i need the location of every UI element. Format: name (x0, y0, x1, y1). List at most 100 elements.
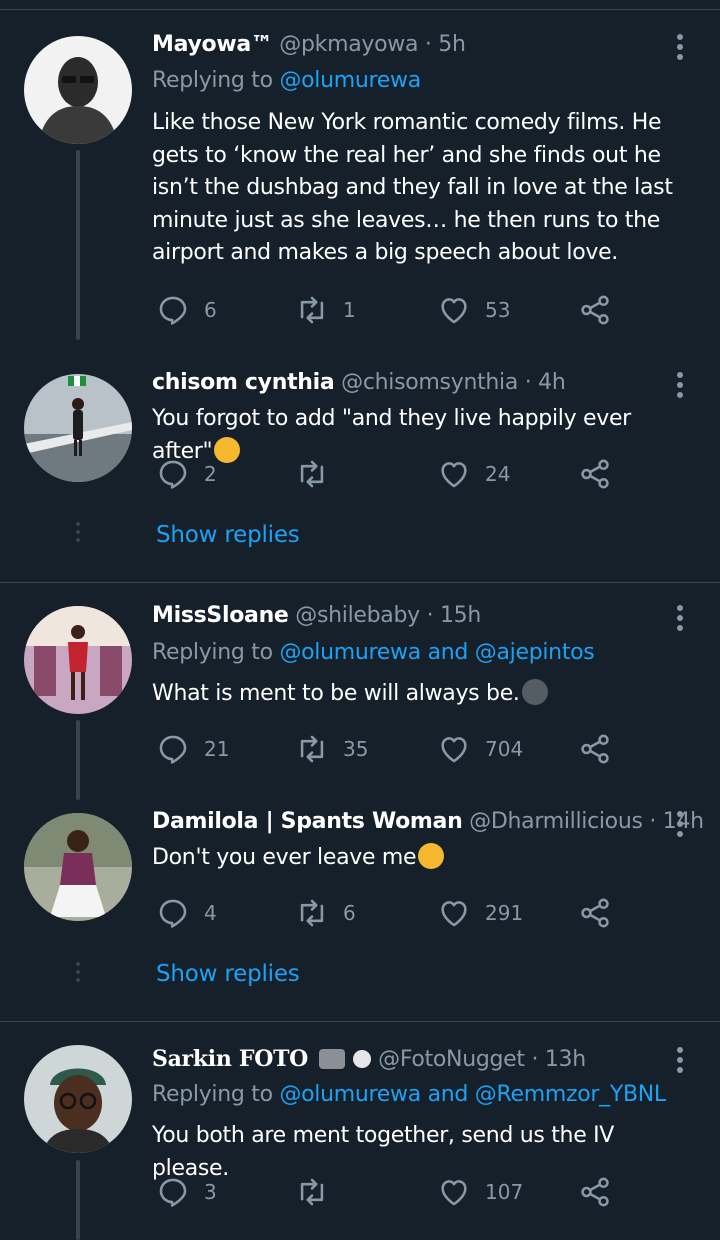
replying-to-mention[interactable]: @olumurewa and @ajepintos (279, 640, 594, 665)
reply-button[interactable]: 2 (156, 454, 217, 494)
separator-dot: · (649, 809, 657, 834)
display-name[interactable]: Damilola | Spants Woman (152, 809, 463, 834)
timestamp[interactable]: 15h (440, 603, 481, 628)
share-icon (581, 898, 609, 928)
avatar[interactable] (24, 606, 132, 714)
thread-dots (76, 962, 80, 986)
share-button[interactable] (578, 454, 612, 494)
reply-button[interactable]: 6 (156, 290, 217, 330)
tweet-text: What is ment to be will always be. (152, 678, 697, 711)
thread-dots (76, 522, 80, 546)
display-name[interactable]: Sarkin FOTO (152, 1046, 308, 1072)
heart-icon (441, 462, 467, 488)
like-button[interactable]: 704 (437, 729, 523, 769)
tears-of-joy-emoji (418, 843, 445, 869)
flower-badge-icon (353, 1050, 372, 1068)
more-options-icon[interactable] (670, 1047, 690, 1077)
show-replies-link[interactable]: Show replies (156, 522, 300, 548)
avatar[interactable] (24, 813, 132, 921)
reply-icon (159, 1178, 187, 1207)
show-replies-link[interactable]: Show replies (156, 961, 300, 987)
user-handle[interactable]: @pkmayowa (279, 32, 418, 57)
tweet-header: Mayowa™ @pkmayowa · 5h (152, 32, 466, 57)
reply-count: 3 (204, 1180, 217, 1204)
retweet-count: 6 (343, 901, 356, 925)
retweet-button[interactable]: 1 (295, 290, 356, 330)
tweet-actions: 6 1 53 (152, 290, 632, 330)
tweet-header: MissSloane @shilebaby · 15h (152, 603, 481, 628)
tweet-actions: 21 35 704 (152, 729, 632, 769)
retweet-count: 1 (343, 298, 356, 322)
avatar[interactable] (24, 1045, 132, 1153)
reply-count: 6 (204, 298, 217, 322)
retweet-button[interactable]: 35 (295, 729, 368, 769)
more-options-icon[interactable] (670, 605, 690, 635)
reply-count: 4 (204, 901, 217, 925)
display-name[interactable]: Mayowa™ (152, 32, 273, 57)
like-count: 53 (485, 298, 511, 322)
like-button[interactable]: 53 (437, 290, 510, 330)
avatar[interactable] (24, 374, 132, 482)
replying-to: Replying to @olumurewa and @Remmzor_YBNL (152, 1082, 666, 1107)
like-button[interactable]: 24 (437, 454, 510, 494)
timestamp[interactable]: 5h (438, 32, 466, 57)
thread-line (76, 720, 80, 800)
reply-count: 2 (204, 462, 217, 486)
avatar[interactable] (24, 36, 132, 144)
display-name[interactable]: chisom cynthia (152, 370, 335, 395)
reply-button[interactable]: 3 (156, 1172, 217, 1212)
reply-icon (159, 899, 187, 928)
replying-to-label: Replying to (152, 68, 273, 93)
heart-icon (441, 298, 467, 324)
heart-icon (441, 737, 467, 763)
separator-dot: · (426, 603, 434, 628)
tweet-text: Like those New York romantic comedy film… (152, 110, 673, 265)
like-count: 107 (485, 1180, 524, 1204)
user-handle[interactable]: @FotoNugget (378, 1047, 525, 1072)
like-button[interactable]: 107 (437, 1172, 523, 1212)
like-button[interactable]: 291 (437, 893, 523, 933)
tweet-actions: 2 24 (152, 454, 632, 494)
share-button[interactable] (578, 290, 612, 330)
share-button[interactable] (578, 893, 612, 933)
like-count: 24 (485, 462, 511, 486)
tweet-text-content: Don't you ever leave me (152, 845, 417, 870)
tweet-header: Damilola | Spants Woman @Dharmillicious … (152, 809, 704, 834)
user-handle[interactable]: @shilebaby (295, 603, 420, 628)
retweet-icon (300, 296, 324, 324)
display-name[interactable]: MissSloane (152, 603, 289, 628)
replying-to: Replying to @olumurewa (152, 68, 421, 93)
separator-dot: · (531, 1047, 539, 1072)
share-button[interactable] (578, 1172, 612, 1212)
more-options-icon[interactable] (670, 34, 690, 64)
reply-button[interactable]: 4 (156, 893, 217, 933)
tweet-header: Sarkin FOTO @FotoNugget · 13h (152, 1046, 586, 1072)
replying-to: Replying to @olumurewa and @ajepintos (152, 640, 595, 665)
timestamp[interactable]: 4h (538, 370, 566, 395)
replying-to-mention[interactable]: @olumurewa and @Remmzor_YBNL (279, 1082, 666, 1107)
retweet-button[interactable] (295, 454, 343, 494)
replying-to-mention[interactable]: @olumurewa (279, 68, 421, 93)
share-icon (581, 459, 609, 489)
tweet-text-content: What is ment to be will always be. (152, 681, 520, 706)
tweet-text: Don't you ever leave me (152, 842, 697, 875)
separator-dot: · (524, 370, 532, 395)
timestamp[interactable]: 13h (545, 1047, 586, 1072)
slightly-smiling-face-emoji (521, 679, 548, 705)
thread-line (76, 1160, 80, 1240)
share-icon (581, 734, 609, 764)
user-handle[interactable]: @Dharmillicious (469, 809, 643, 834)
tweet-header: chisom cynthia @chisomsynthia · 4h (152, 370, 566, 395)
retweet-count: 35 (343, 737, 369, 761)
like-count: 291 (485, 901, 524, 925)
share-button[interactable] (578, 729, 612, 769)
retweet-button[interactable] (295, 1172, 343, 1212)
reply-button[interactable]: 21 (156, 729, 229, 769)
heart-icon (441, 1180, 467, 1206)
camera-flash-emoji (318, 1049, 345, 1069)
more-options-icon[interactable] (670, 372, 690, 402)
retweet-button[interactable]: 6 (295, 893, 356, 933)
user-handle[interactable]: @chisomsynthia (341, 370, 518, 395)
more-options-icon[interactable] (670, 811, 690, 841)
separator-dot: · (424, 32, 432, 57)
